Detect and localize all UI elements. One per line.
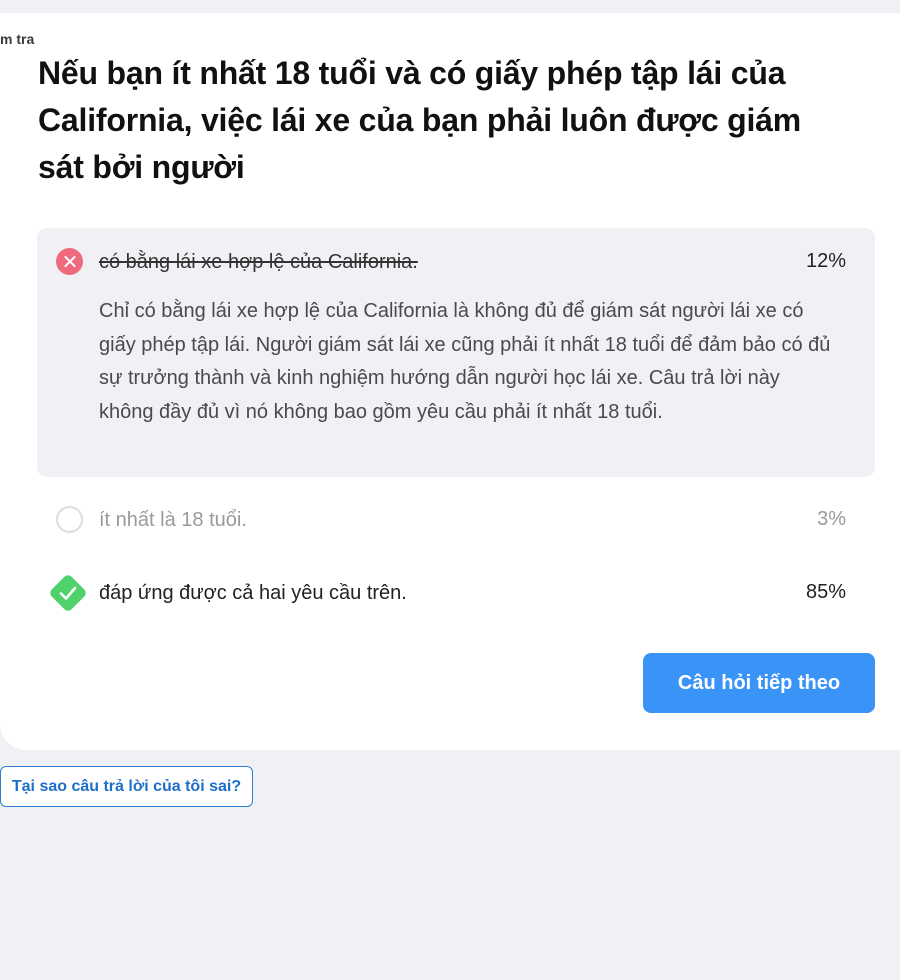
why-wrong-button[interactable]: Tại sao câu trả lời của tôi sai? bbox=[0, 766, 253, 807]
question-title: Nếu bạn ít nhất 18 tuổi và có giấy phép … bbox=[38, 55, 802, 185]
check-icon bbox=[59, 586, 77, 600]
option-label: có bằng lái xe hợp lệ của California. bbox=[99, 251, 418, 273]
option-percent: 12% bbox=[805, 250, 846, 272]
x-circle-icon bbox=[56, 248, 83, 275]
answer-explanation: Chỉ có bằng lái xe hợp lệ của California… bbox=[99, 300, 831, 423]
empty-circle-icon[interactable] bbox=[56, 506, 83, 533]
option-percent: 85% bbox=[805, 581, 846, 603]
header-label: m tra bbox=[0, 31, 35, 47]
next-question-button[interactable]: Câu hỏi tiếp theo bbox=[643, 653, 875, 713]
option-label[interactable]: ít nhất là 18 tuổi. bbox=[99, 509, 247, 532]
option-percent: 3% bbox=[817, 508, 846, 530]
option-label[interactable]: đáp ứng được cả hai yêu cầu trên. bbox=[99, 582, 407, 605]
